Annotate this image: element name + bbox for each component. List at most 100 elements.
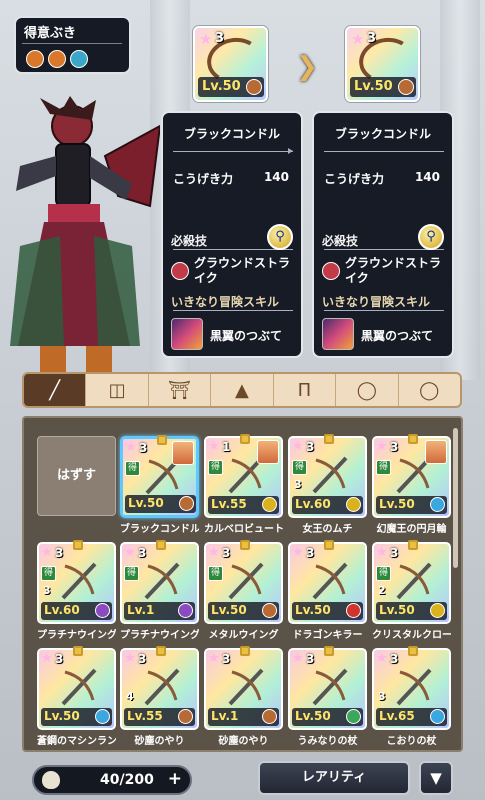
element-icon xyxy=(178,603,193,618)
lock-icon xyxy=(73,646,83,656)
level-text: Lv.50 xyxy=(379,497,415,511)
level-bar: Lv.1 xyxy=(124,602,195,620)
rarity-stars: 3 xyxy=(55,652,64,666)
adventure-skill-label: いきなり冒険スキル xyxy=(171,295,280,309)
divider xyxy=(324,151,444,152)
weapon-item[interactable]: ★ 3 得 Lv.50 幻魔王の円月輪 xyxy=(372,434,451,535)
search-icon[interactable]: ⚲ xyxy=(418,224,444,250)
weapon-item[interactable]: ★ 3 Lv.50 うみなりの杖 xyxy=(288,646,367,747)
adventure-skill-label: いきなり冒険スキル xyxy=(322,295,431,309)
level-text: Lv.50 xyxy=(211,603,247,617)
expand-capacity-button[interactable]: + xyxy=(168,769,182,789)
weapon-icon xyxy=(396,668,432,706)
attack-label: こうげき力 xyxy=(324,172,385,186)
level-text: Lv.50 xyxy=(379,603,415,617)
adventure-skill-name: 黒翼のつぶて xyxy=(361,329,434,343)
rarity-stars: 3 xyxy=(306,546,315,560)
lock-icon xyxy=(408,434,418,444)
tab-body-top[interactable]: ▲ xyxy=(211,374,274,406)
scrollbar[interactable] xyxy=(453,428,458,568)
weapon-icon xyxy=(396,562,432,600)
weapon-card: ★ 3 得 3 Lv.60 xyxy=(37,540,116,624)
element-icon xyxy=(346,497,361,512)
element-icon xyxy=(346,709,361,724)
tab-body-bottom[interactable]: Π xyxy=(274,374,337,406)
favorite-badge: 得 xyxy=(376,460,391,475)
weapon-card: ★ 3 3 Lv.65 xyxy=(372,646,451,730)
weapon-item[interactable]: ★ 3 得 3 Lv.60 プラチナウイング xyxy=(37,540,116,641)
element-icon xyxy=(178,709,193,724)
star-icon: ★ xyxy=(124,651,136,666)
weapon-name: カルベロビュート xyxy=(204,524,283,535)
next-weapon-preview: ★ 3 Lv.50 xyxy=(345,26,420,102)
level-text: Lv.65 xyxy=(379,709,415,723)
rarity-stars: 3 xyxy=(306,440,315,454)
weapon-item[interactable]: ★ 3 得 3 Lv.60 女王のムチ xyxy=(288,434,367,535)
sort-direction-button[interactable]: ▼ xyxy=(419,761,453,795)
lock-icon xyxy=(240,540,250,550)
lock-icon xyxy=(324,646,334,656)
element-icon xyxy=(430,603,445,618)
weapon-item[interactable]: ★ 3 3 Lv.65 こおりの杖 xyxy=(372,646,451,747)
shield-icon: ◫ xyxy=(108,379,126,401)
weapon-item[interactable]: ★ 3 得 2 Lv.50 クリスタルクロー xyxy=(372,540,451,641)
weapon-name: 砂塵のやり xyxy=(218,736,269,747)
adventure-skill-icon xyxy=(171,318,203,350)
tab-accessory1[interactable]: ◯ xyxy=(336,374,399,406)
level-text: Lv.1 xyxy=(211,709,239,723)
weapon-item[interactable]: ★ 1 得 Lv.55 カルベロビュート xyxy=(204,434,283,535)
favorite-weapon-box: 得意ぶき xyxy=(14,16,131,74)
favorite-badge: 得 xyxy=(41,566,56,581)
weapon-name: メタルウイング xyxy=(208,630,279,641)
favorite-badge: 得 xyxy=(376,566,391,581)
rarity-stars: 3 xyxy=(138,546,147,560)
level-bar: Lv.50 xyxy=(125,495,196,513)
element-icon xyxy=(262,709,277,724)
tab-accessory2[interactable]: ◯ xyxy=(399,374,460,406)
weapon-card: ★ 3 得 Lv.50 xyxy=(120,435,199,518)
sort-rarity-button[interactable]: レアリティ xyxy=(258,761,410,795)
weapon-icon xyxy=(228,668,264,706)
star-icon: ★ xyxy=(41,651,53,666)
weapon-item[interactable]: ★ 3 得 Lv.50 ブラックコンドル xyxy=(120,435,199,535)
star-icon: ★ xyxy=(376,439,388,454)
level-bar: Lv.50 xyxy=(376,496,447,514)
element-icon xyxy=(95,603,110,618)
weapon-item[interactable]: ★ 3 得 Lv.50 メタルウイング xyxy=(204,540,283,641)
element-icon xyxy=(346,603,361,618)
search-icon[interactable]: ⚲ xyxy=(267,224,293,250)
skill-icon xyxy=(171,262,189,280)
star-icon: ★ xyxy=(208,545,220,560)
next-weapon-panel: ブラックコンドル こうげき力 140 必殺技 ⚲ グラウンドストライク いきなり… xyxy=(312,111,454,358)
weapon-item[interactable]: ★ 3 4 Lv.55 砂塵のやり xyxy=(120,646,199,747)
rarity-stars: 3 xyxy=(138,652,147,666)
equipped-character-avatar xyxy=(257,440,279,464)
favorite-badge: 得 xyxy=(292,460,307,475)
favorite-badge: 得 xyxy=(208,460,223,475)
weapon-item[interactable]: ★ 3 得 Lv.1 プラチナウイング xyxy=(120,540,199,641)
tab-weapon[interactable]: ╱ xyxy=(24,374,87,406)
level-text: Lv.55 xyxy=(211,497,247,511)
element-icon xyxy=(262,603,277,618)
adventure-skill-icon xyxy=(322,318,354,350)
refine-level: 3 xyxy=(294,478,302,491)
weapon-card: ★ 1 得 Lv.55 xyxy=(204,434,283,518)
weapon-item[interactable]: ★3 Lv.50 蒼鋼のマシンランス xyxy=(37,646,116,747)
rarity-stars: 3 xyxy=(390,546,399,560)
weapon-icon xyxy=(312,668,348,706)
weapon-name: 蒼鋼のマシンランス xyxy=(37,736,116,747)
current-weapon-preview: ★ 3 Lv.50 xyxy=(193,26,268,102)
star-icon: ★ xyxy=(376,651,388,666)
tab-head[interactable]: ⛩ xyxy=(149,374,212,406)
unequip-button[interactable]: はずす xyxy=(37,436,116,516)
weapon-card: ★ 3 得 2 Lv.50 xyxy=(372,540,451,624)
tab-shield[interactable]: ◫ xyxy=(86,374,149,406)
weapon-name: 女王のムチ xyxy=(302,524,353,535)
favorite-badge: 得 xyxy=(124,566,139,581)
element-icon xyxy=(430,497,445,512)
equipped-character-avatar xyxy=(172,441,194,465)
weapon-item[interactable]: ★ 3 Lv.1 砂塵のやり xyxy=(204,646,283,747)
ring-icon: ◯ xyxy=(356,379,377,401)
weapon-item[interactable]: ★ 3 Lv.50 ドラゴンキラー xyxy=(288,540,367,641)
equipment-category-tabs: ╱ ◫ ⛩ ▲ Π ◯ ◯ xyxy=(22,372,462,408)
